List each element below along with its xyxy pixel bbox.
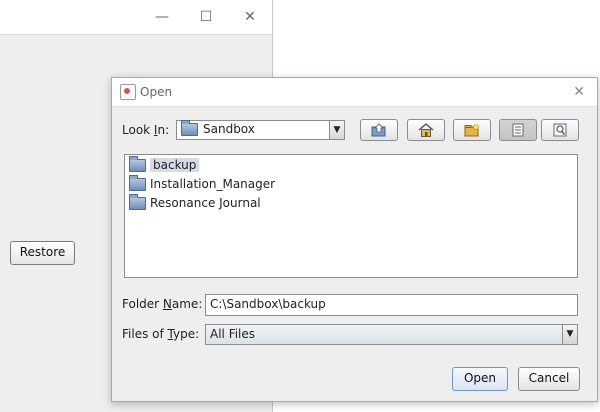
dialog-titlebar: Open ✕ xyxy=(112,78,597,107)
java-app-icon xyxy=(120,84,136,100)
details-view-button[interactable] xyxy=(541,119,579,141)
look-in-combo[interactable]: Sandbox ▼ xyxy=(176,120,345,140)
folder-icon xyxy=(129,156,146,172)
list-view-button[interactable] xyxy=(499,119,537,141)
folder-name-label: Folder Name: xyxy=(122,297,203,311)
files-of-type-combo[interactable]: All Files ▼ xyxy=(205,324,578,345)
dialog-title: Open xyxy=(140,85,173,99)
home-icon xyxy=(418,123,434,137)
close-icon[interactable]: ✕ xyxy=(242,9,258,25)
new-folder-button[interactable] xyxy=(453,119,491,141)
look-in-value: Sandbox xyxy=(181,120,255,136)
list-view-icon xyxy=(512,123,524,137)
home-button[interactable] xyxy=(407,119,445,141)
list-item[interactable]: Installation_Manager xyxy=(129,175,275,195)
restore-button[interactable]: Restore xyxy=(10,241,75,265)
folder-name-field[interactable] xyxy=(205,294,578,316)
up-one-level-button[interactable] xyxy=(360,119,398,141)
cancel-button[interactable]: Cancel xyxy=(518,367,580,391)
minimize-icon[interactable]: — xyxy=(154,9,170,25)
folder-icon xyxy=(129,194,146,210)
look-in-label: Look In: xyxy=(122,123,170,137)
up-one-level-icon xyxy=(371,123,386,137)
file-list[interactable]: backup Installation_Manager Resonance Jo… xyxy=(124,154,578,278)
files-of-type-value: All Files xyxy=(210,327,256,341)
open-button[interactable]: Open xyxy=(452,367,508,391)
maximize-icon[interactable]: ☐ xyxy=(198,9,214,25)
folder-icon xyxy=(129,175,146,191)
files-of-type-label: Files of Type: xyxy=(122,327,200,341)
folder-name-input[interactable] xyxy=(206,295,574,313)
open-dialog: Open ✕ Look In: Sandbox ▼ backup Install… xyxy=(111,77,598,402)
dialog-close-icon[interactable]: ✕ xyxy=(573,84,585,100)
main-window-titlebar: — ☐ ✕ xyxy=(0,0,272,35)
chevron-down-icon[interactable]: ▼ xyxy=(329,121,344,139)
folder-icon xyxy=(181,120,198,136)
list-item[interactable]: backup xyxy=(129,156,200,176)
new-folder-icon xyxy=(464,124,479,137)
chevron-down-icon[interactable]: ▼ xyxy=(562,325,577,344)
list-item[interactable]: Resonance Journal xyxy=(129,194,261,214)
details-view-icon xyxy=(553,123,567,137)
